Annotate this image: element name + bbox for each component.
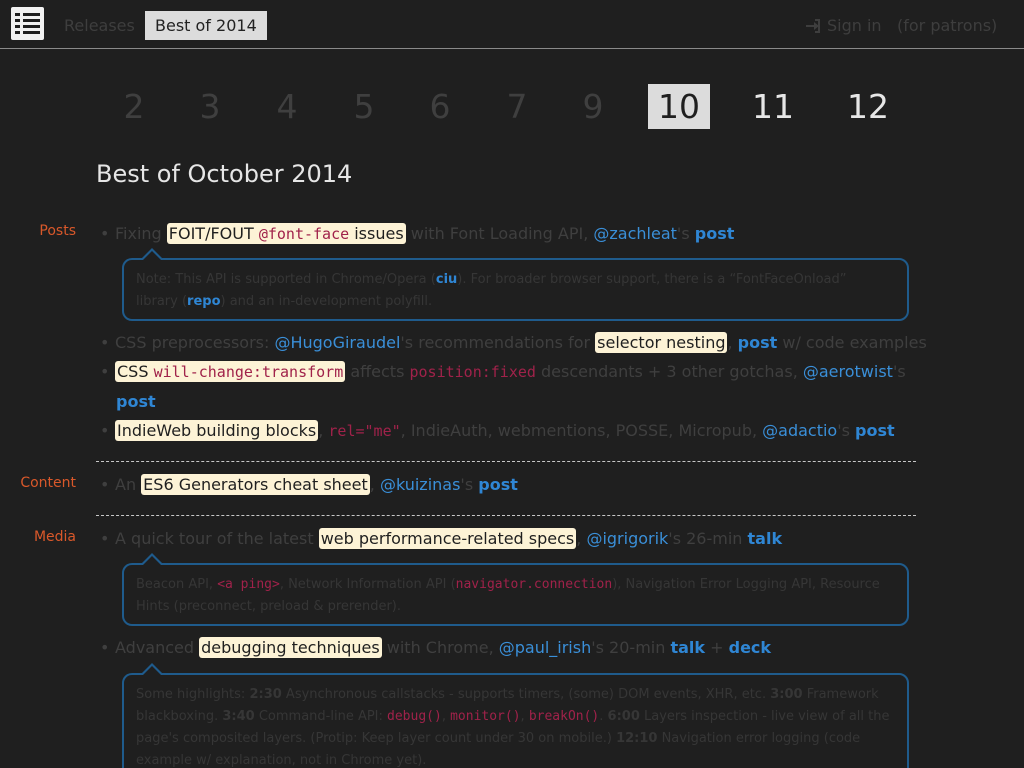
author-handle-link[interactable]: @aerotwist xyxy=(803,362,893,381)
repo-link[interactable]: repo xyxy=(187,294,220,309)
nav-releases-link[interactable]: Releases xyxy=(64,11,135,40)
month-11[interactable]: 11 xyxy=(748,84,798,129)
talk-link[interactable]: talk xyxy=(748,529,783,548)
section-label-media: Media xyxy=(33,529,76,545)
sign-in-label: Sign in xyxy=(827,16,882,35)
section-label-posts: Posts xyxy=(39,223,76,239)
list-item: • Advanced debugging techniques with Chro… xyxy=(100,637,772,658)
post-link[interactable]: post xyxy=(695,224,735,243)
list-item: • A quick tour of the latest web performa… xyxy=(100,528,783,549)
list-item: • Fixing FOIT/FOUT @font-face issues with… xyxy=(100,223,735,244)
highlight: IndieWeb building blocks xyxy=(115,420,319,441)
month-12[interactable]: 12 xyxy=(843,84,893,129)
month-7[interactable]: 7 xyxy=(497,84,537,129)
highlight: selector nesting xyxy=(595,332,728,353)
author-handle-link[interactable]: @adactio xyxy=(762,421,837,440)
author-handle-link[interactable]: @kuizinas xyxy=(380,475,460,494)
ciu-link[interactable]: ciu xyxy=(436,272,457,287)
highlight: debugging techniques xyxy=(199,637,382,658)
page-title: Best of October 2014 xyxy=(96,160,353,188)
month-4[interactable]: 4 xyxy=(267,84,307,129)
author-handle-link[interactable]: @igrigorik xyxy=(586,529,668,548)
list-item: • CSS will-change:transform affects posit… xyxy=(100,361,906,382)
month-5[interactable]: 5 xyxy=(344,84,384,129)
post-link[interactable]: post xyxy=(478,475,518,494)
month-10-active[interactable]: 10 xyxy=(648,84,710,129)
highlight: CSS will-change:transform xyxy=(115,361,346,382)
month-2[interactable]: 2 xyxy=(114,84,154,129)
patrons-note: (for patrons) xyxy=(897,16,998,35)
talk-link[interactable]: talk xyxy=(670,638,705,657)
section-divider xyxy=(96,515,916,516)
sign-in-link[interactable]: Sign in xyxy=(805,11,882,40)
list-item: • An ES6 Generators cheat sheet, @kuizina… xyxy=(100,474,518,495)
highlight: FOIT/FOUT @font-face issues xyxy=(166,223,406,244)
menu-logo-icon[interactable] xyxy=(11,7,44,40)
list-item: • CSS preprocessors: @HugoGiraudel's reco… xyxy=(100,332,927,353)
month-9[interactable]: 9 xyxy=(573,84,613,129)
note-box: Some highlights: 2:30 Asynchronous calls… xyxy=(122,663,909,768)
list-item-continued: post xyxy=(116,391,156,413)
section-label-content: Content xyxy=(20,475,76,491)
note-box: Note: This API is supported in Chrome/Op… xyxy=(122,248,909,321)
list-item: • IndieWeb building blocks, rel="me", Ind… xyxy=(100,420,895,441)
author-handle-link[interactable]: @paul_irish xyxy=(499,638,592,657)
highlight: ES6 Generators cheat sheet xyxy=(141,474,370,495)
nav-best-of-2014-link[interactable]: Best of 2014 xyxy=(145,11,267,40)
top-bar: Releases Best of 2014 Sign in (for patro… xyxy=(0,0,1024,49)
month-selector: 2 3 4 5 6 7 9 10 11 12 xyxy=(0,84,1024,129)
post-link[interactable]: post xyxy=(738,333,778,352)
month-3[interactable]: 3 xyxy=(190,84,230,129)
post-link[interactable]: post xyxy=(855,421,895,440)
highlight: web performance-related specs xyxy=(318,528,577,549)
section-divider xyxy=(96,461,916,462)
author-handle-link[interactable]: @zachleat xyxy=(593,224,677,243)
month-6[interactable]: 6 xyxy=(420,84,460,129)
deck-link[interactable]: deck xyxy=(729,638,771,657)
author-handle-link[interactable]: @HugoGiraudel xyxy=(274,333,400,352)
post-link[interactable]: post xyxy=(116,392,156,411)
note-box: Beacon API, <a ping>, Network Informatio… xyxy=(122,553,909,626)
sign-in-icon xyxy=(806,19,820,33)
